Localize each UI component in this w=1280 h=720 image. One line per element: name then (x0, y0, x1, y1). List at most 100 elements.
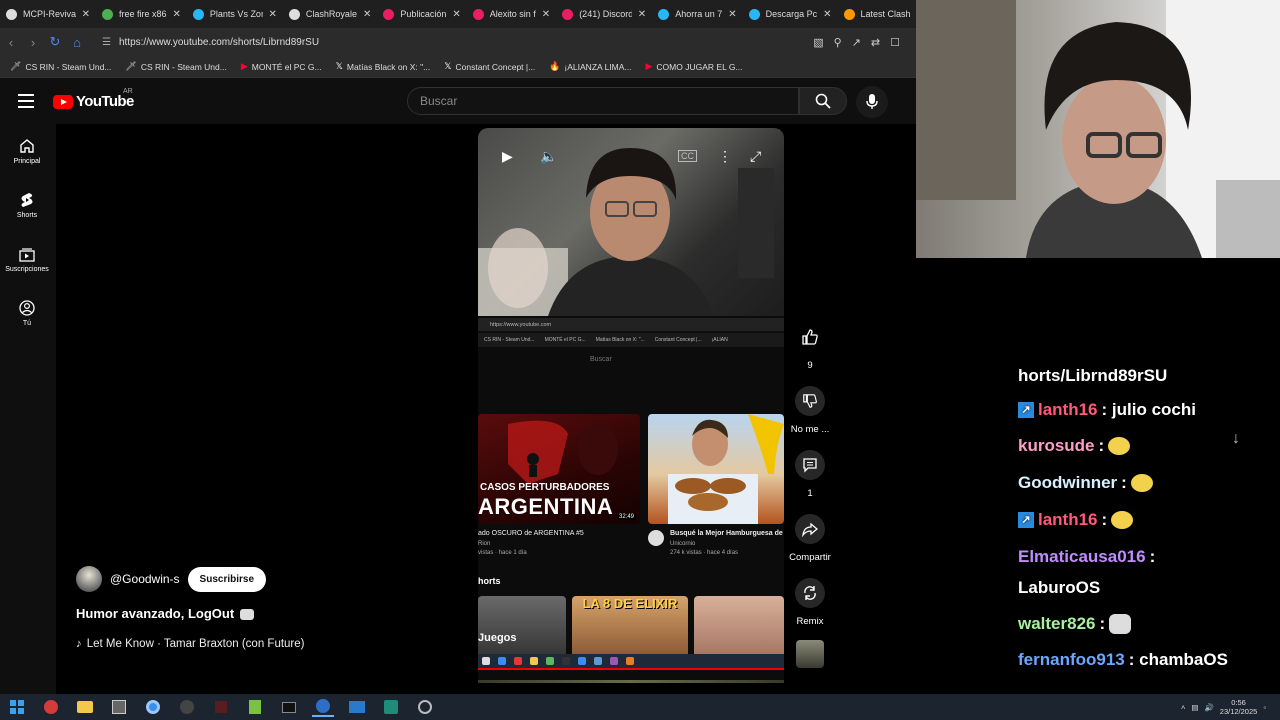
back-icon[interactable]: ‹ (0, 35, 22, 50)
volume-tray-icon[interactable]: 🔊 (1204, 703, 1213, 712)
search-input[interactable]: Buscar (407, 87, 799, 115)
captions-icon[interactable]: CC (678, 150, 697, 162)
voice-search-button[interactable] (856, 86, 888, 118)
sidebar-item-you[interactable]: Tú (0, 300, 54, 327)
close-tab-icon[interactable]: ✕ (452, 9, 460, 20)
tab-favicon-icon (562, 8, 574, 20)
clock[interactable]: 0:56 23/12/2025 (1220, 698, 1258, 716)
tab-favicon-icon (383, 8, 395, 20)
app-icon-red[interactable] (40, 697, 62, 717)
close-tab-icon[interactable]: ✕ (173, 9, 181, 20)
channel-name[interactable]: @Goodwin-s (110, 572, 180, 586)
search-button[interactable] (799, 87, 847, 115)
sidebar-item-principal[interactable]: Principal (0, 138, 54, 165)
network-icon[interactable]: ▤ (1191, 703, 1198, 712)
terminal-icon[interactable] (278, 697, 300, 717)
share-page-icon[interactable]: ↗ (852, 36, 861, 49)
forward-icon[interactable]: › (22, 35, 44, 50)
tray-up-icon[interactable]: ˄ (1181, 703, 1185, 712)
browser-tab[interactable]: Publicación ✕ (377, 0, 466, 28)
scroll-down-icon[interactable]: ↓ (1232, 430, 1240, 448)
windows-taskbar: ˄ ▤ 🔊 0:56 23/12/2025 ▫ (0, 694, 1280, 720)
app-icon-green[interactable] (244, 697, 266, 717)
dislike-button[interactable]: No me ... (786, 386, 834, 435)
embedded-bookmark: ¡ALIAN (711, 337, 728, 343)
bookmark-item[interactable]: 🗡 CS RIN - Steam Und... (10, 61, 111, 72)
browser-tab[interactable]: free fire x86 ✕ (96, 0, 187, 28)
close-tab-icon[interactable]: ✕ (728, 9, 736, 20)
bookmark-item[interactable]: 𝕏 Constant Concept |... (444, 61, 535, 72)
winrar-icon[interactable] (108, 697, 130, 717)
close-tab-icon[interactable]: ✕ (82, 9, 90, 20)
play-icon[interactable]: ▶ (502, 148, 513, 165)
app-icon-dark-red[interactable] (210, 697, 232, 717)
photos-icon[interactable] (346, 697, 368, 717)
close-tab-icon[interactable]: ✕ (542, 9, 550, 20)
browser-tab[interactable]: MCPI-Revival ✕ (0, 0, 96, 28)
chrome-icon[interactable] (142, 697, 164, 717)
bookmark-item[interactable]: 𝕏 Matías Black on X: "... (336, 61, 431, 72)
zoom-icon[interactable]: ⚲ (834, 36, 842, 49)
cs-icon: 🗡 (125, 61, 137, 71)
card1-meta: vistas · hace 1 día (478, 550, 527, 556)
tab-favicon-icon (102, 8, 113, 20)
bookmark-item[interactable]: 🗡 CS RIN - Steam Und... (125, 61, 226, 72)
chat-url-fragment: horts/Librnd89rSU (1018, 366, 1168, 385)
start-icon[interactable] (6, 697, 28, 717)
extensions-icon[interactable]: ⇄ (871, 36, 880, 49)
short-video-player[interactable]: ▶ 🔈 CC ⋮ ⤢ https://www.youtube.com CS RI… (478, 128, 784, 683)
home-nav-icon[interactable]: ⌂ (66, 35, 88, 50)
card1-title: ado OSCURO de ARGENTINA #5 (478, 530, 584, 537)
sidebar-item-subscriptions[interactable]: Suscripciones (0, 246, 54, 273)
remix-button[interactable]: Remix (786, 578, 834, 627)
install-icon[interactable]: ▧ (813, 36, 823, 49)
browser-tab[interactable]: ClashRoyale ✕ (283, 0, 377, 28)
country-code: AR (123, 88, 133, 95)
app-icon-gear[interactable] (414, 697, 436, 717)
bookmark-item[interactable]: ▶ COMO JUGAR EL G... (646, 61, 743, 72)
video-title[interactable]: Humor avanzado, LogOut (76, 606, 234, 621)
file-explorer-icon[interactable] (74, 697, 96, 717)
browser-tab[interactable]: Ahorra un 7 ✕ (652, 0, 742, 28)
subscribe-button[interactable]: Suscribirse (187, 566, 267, 592)
home-icon (20, 139, 34, 153)
bookmark-item[interactable]: ▶ MONTÉ el PC G... (241, 61, 322, 72)
close-tab-icon[interactable]: ✕ (823, 9, 831, 20)
sidebar-item-shorts[interactable]: Shorts (0, 192, 54, 219)
progress-bar[interactable] (478, 668, 784, 670)
browser-tab[interactable]: Descarga Pc ✕ (743, 0, 838, 28)
menu-icon[interactable] (18, 94, 34, 108)
app-icon-spider[interactable] (176, 697, 198, 717)
close-tab-icon[interactable]: ✕ (638, 9, 646, 20)
reload-icon[interactable]: ↻ (44, 34, 66, 50)
url-field[interactable]: ☰ https://www.youtube.com/shorts/Librnd8… (102, 31, 792, 53)
avatar[interactable] (76, 566, 102, 592)
music-row[interactable]: ♪ Let Me Know · Tamar Braxton (con Futur… (76, 638, 305, 650)
bookmark-item[interactable]: 🔥 ¡ALIANZA LIMA... (549, 61, 631, 72)
tab-favicon-icon (658, 8, 670, 20)
site-info-icon[interactable]: ☰ (102, 37, 111, 48)
streamer-figure (916, 0, 1280, 258)
browser-tab-bar: MCPI-Revival✕free fire x86✕Plants Vs Zom… (0, 0, 925, 28)
browser-tab[interactable]: Alexito sin f ✕ (467, 0, 556, 28)
volume-icon[interactable]: 🔈 (540, 148, 557, 165)
browser-active-icon[interactable] (312, 697, 334, 717)
chat-username: kurosude (1018, 436, 1095, 455)
subscriptions-icon (19, 248, 35, 262)
sound-thumbnail[interactable] (796, 640, 824, 668)
like-button[interactable]: 9 (786, 322, 834, 371)
hand-emote-icon (1130, 474, 1153, 492)
notifications-icon[interactable]: ▫ (1263, 703, 1266, 712)
browser-tab[interactable]: (241) Discord ✕ (556, 0, 652, 28)
bookmark-icon[interactable]: ☐ (890, 36, 900, 49)
sidebar-label: Principal (13, 158, 41, 165)
more-options-icon[interactable]: ⋮ (718, 148, 732, 165)
fullscreen-icon[interactable]: ⤢ (750, 148, 761, 165)
youtube-logo[interactable]: YouTube AR (53, 88, 134, 110)
app-icon-teal[interactable] (380, 697, 402, 717)
share-button[interactable]: Compartir (786, 514, 834, 563)
comments-button[interactable]: 1 (786, 450, 834, 499)
browser-tab[interactable]: Plants Vs Zombies ✕ (187, 0, 283, 28)
close-tab-icon[interactable]: ✕ (363, 9, 371, 20)
close-tab-icon[interactable]: ✕ (269, 9, 277, 20)
